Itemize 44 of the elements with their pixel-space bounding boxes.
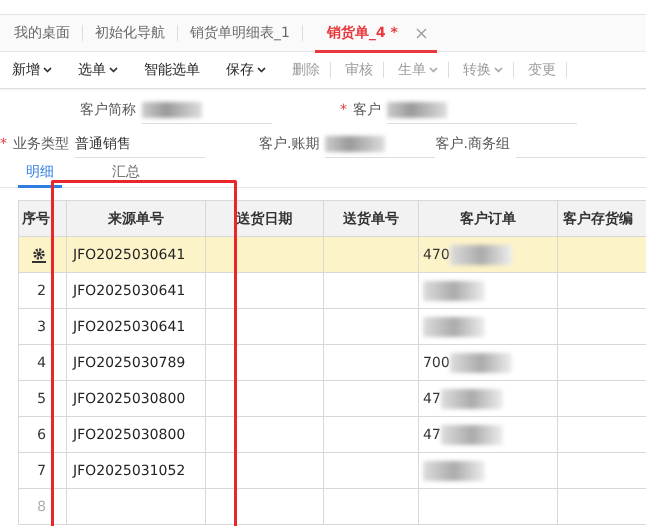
close-icon[interactable]: [416, 28, 427, 38]
input-field[interactable]: 普通销售: [75, 130, 205, 158]
row-number: 4: [37, 354, 46, 370]
table-cell: JFO2025031052: [73, 462, 186, 478]
field-label: 客户.账期: [259, 135, 320, 153]
toolbar-button[interactable]: 选单: [74, 61, 122, 79]
page-tab[interactable]: 我的桌面: [14, 15, 70, 51]
row-number: 5: [37, 390, 46, 406]
table-cell: 47: [423, 426, 441, 442]
detail-tab[interactable]: 汇总: [102, 163, 150, 185]
row-number: 3: [37, 318, 46, 334]
column-header[interactable]: 客户订单: [418, 200, 558, 236]
field-label: 业务类型: [13, 135, 69, 153]
toolbar-button[interactable]: 智能选单: [140, 61, 204, 79]
row-number: 2: [37, 282, 46, 298]
table-cell: JFO2025030641: [73, 318, 186, 334]
column-header[interactable]: 送货单号: [324, 200, 418, 236]
table-cell: JFO2025030800: [73, 426, 186, 442]
page-tab[interactable]: 初始化导航: [95, 15, 165, 51]
detail-tab[interactable]: 明细: [18, 163, 62, 188]
page-tab[interactable]: 销货单明细表_1: [190, 15, 290, 51]
row-number: 6: [37, 426, 46, 442]
row-number: 7: [37, 462, 46, 478]
page-tab[interactable]: 销货单_4 *: [314, 16, 437, 52]
table-cell: 700: [423, 354, 450, 370]
row-number: 8: [37, 498, 46, 514]
column-header[interactable]: 序号: [18, 200, 66, 236]
required-mark: *: [340, 102, 347, 118]
required-mark: *: [0, 136, 7, 152]
field-label: 客户.商务组: [436, 135, 510, 153]
toolbar-button[interactable]: 新增: [8, 61, 56, 79]
table-cell: JFO2025030641: [73, 246, 186, 262]
column-header[interactable]: 来源单号: [66, 200, 206, 236]
table-cell: 47: [423, 390, 441, 406]
table-cell: JFO2025030789: [73, 354, 186, 370]
field-label: 客户: [353, 101, 381, 119]
table-cell: JFO2025030800: [73, 390, 186, 406]
gear-icon[interactable]: [32, 246, 46, 263]
field-label: 客户简称: [80, 101, 136, 119]
table-cell: JFO2025030641: [73, 282, 186, 298]
table-cell: 470: [423, 246, 450, 262]
toolbar-button[interactable]: 保存: [222, 61, 270, 79]
column-header[interactable]: 客户存货编: [558, 200, 646, 236]
column-header[interactable]: 送货日期: [206, 200, 324, 236]
